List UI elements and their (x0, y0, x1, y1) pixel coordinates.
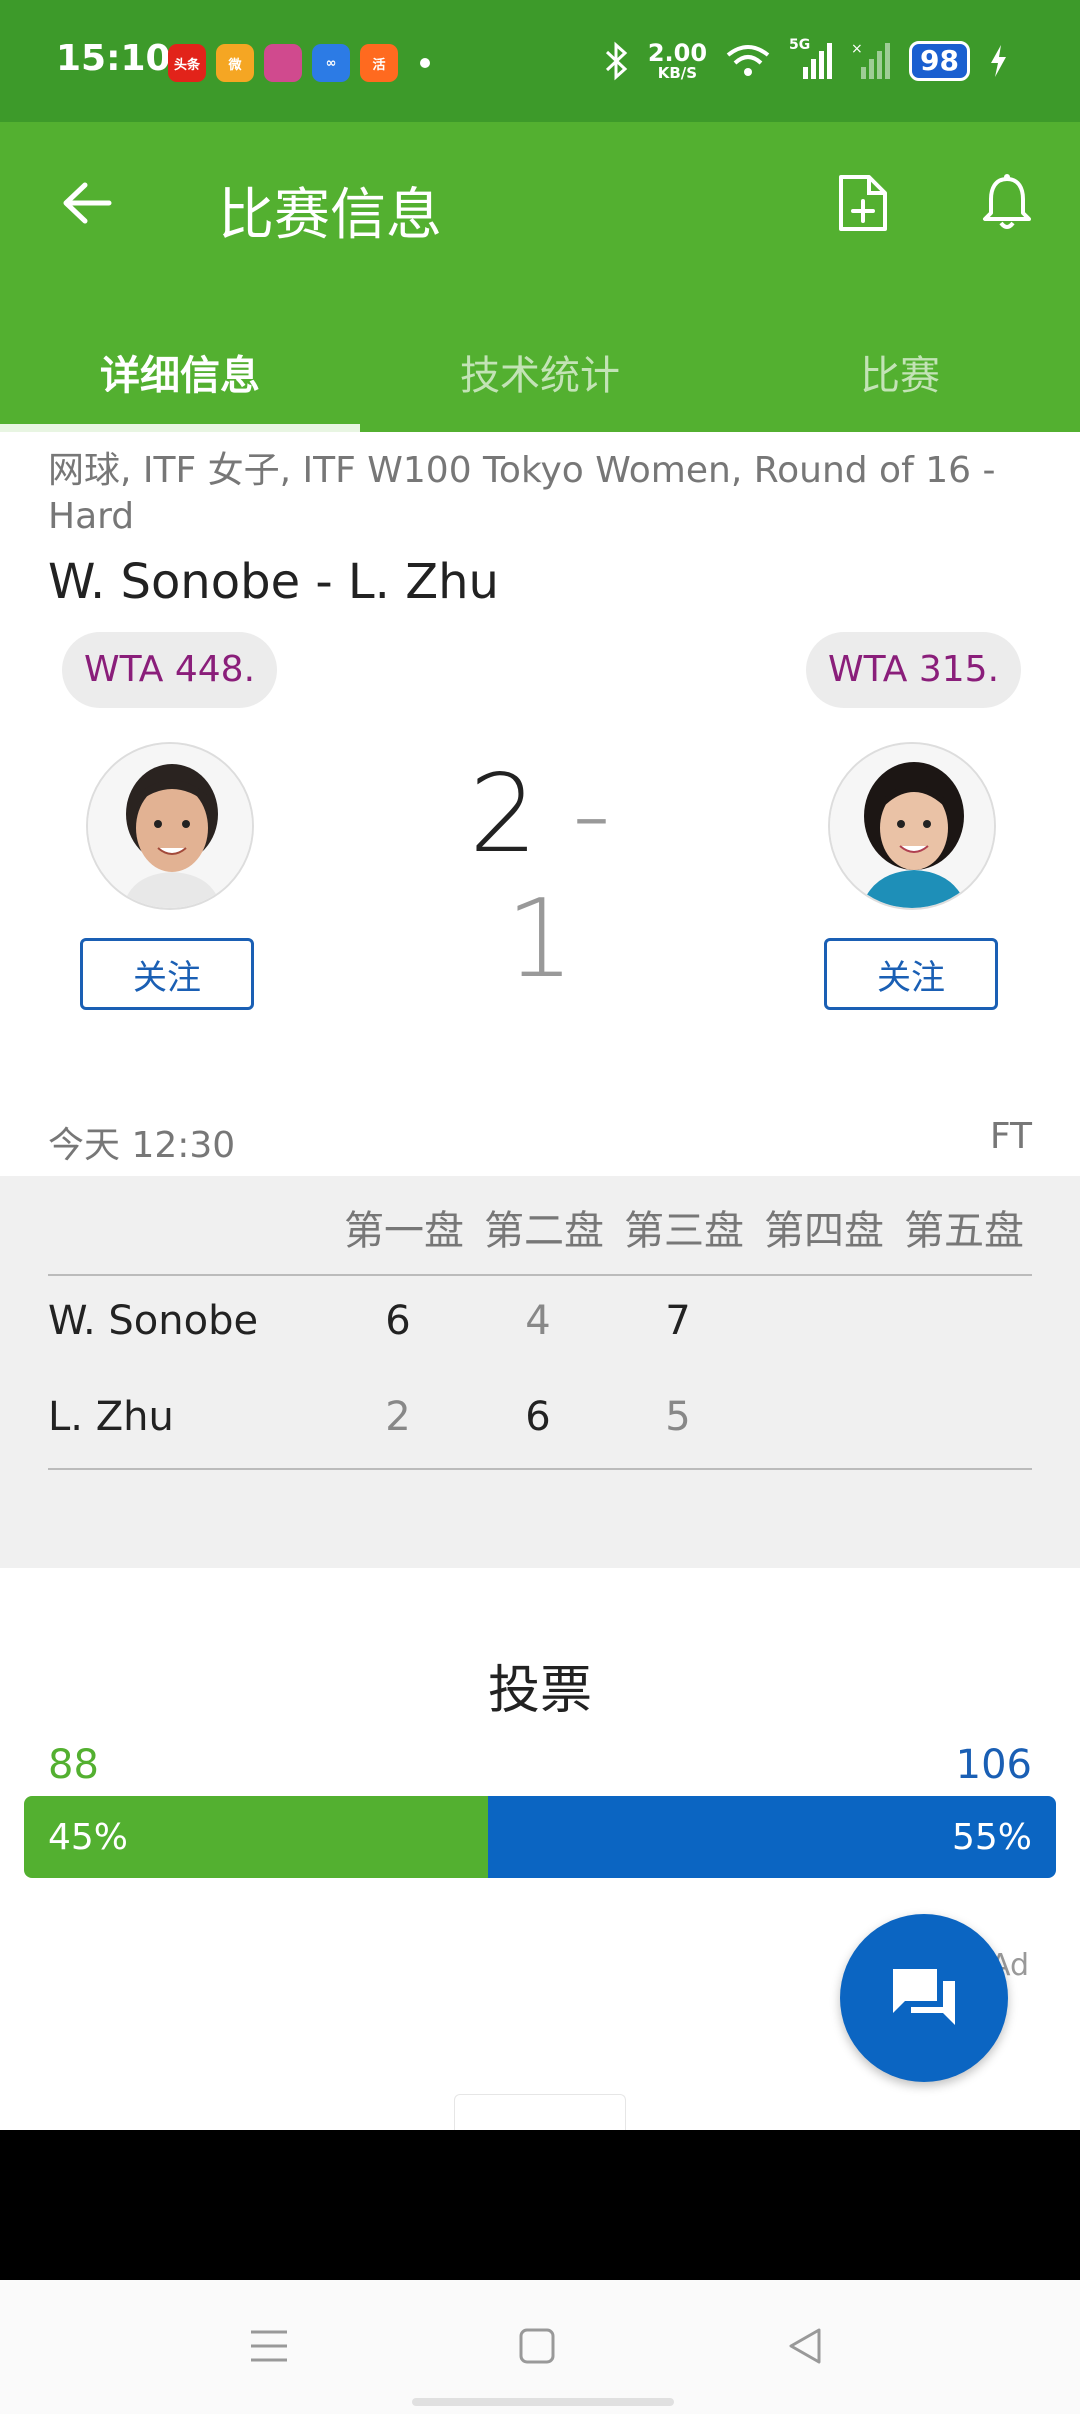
set-score: 2 (385, 1394, 411, 1440)
game-app-icon (264, 44, 302, 82)
score-separator: - (572, 752, 612, 877)
set-header: 第一盘 (344, 1208, 464, 1254)
wifi-icon (726, 45, 770, 76)
away-vote-count: 106 (955, 1742, 1032, 1788)
status-time: 15:10 (56, 38, 171, 79)
status-indicators: 2.00 KB/S 5G × 98 (604, 36, 1008, 86)
add-to-calendar-button[interactable] (828, 168, 898, 238)
weibo-app-icon: 微 (216, 44, 254, 82)
home-player-rank: WTA 448. (62, 632, 278, 708)
divider (48, 1274, 1032, 1276)
competition-info: 网球, ITF 女子, ITF W100 Tokyo Women, Round … (48, 450, 996, 537)
bell-icon (983, 174, 1031, 229)
match-title: W. Sonobe - L. Zhu (48, 554, 499, 610)
document-add-icon (839, 175, 887, 231)
away-vote-percent: 55% (951, 1816, 1032, 1858)
notification-app-icons: 头条 微 ∞ 活 (168, 44, 430, 82)
set-score: 5 (665, 1394, 691, 1440)
notification-bell-button[interactable] (972, 168, 1042, 238)
home-vote-percent: 45% (48, 1816, 129, 1858)
back-button[interactable] (52, 168, 122, 238)
square-icon (519, 2328, 555, 2364)
chat-button[interactable] (840, 1914, 1008, 2082)
cell-signal-2-icon: × (851, 41, 891, 79)
player-name: L. Zhu (48, 1394, 174, 1440)
away-vote-fill[interactable]: 55% (488, 1796, 1056, 1878)
system-back-button[interactable] (770, 2316, 840, 2376)
divider (48, 1468, 1032, 1470)
recent-apps-button[interactable] (234, 2316, 304, 2376)
tab-bar: 详细信息 技术统计 比赛 (0, 312, 1080, 432)
set-row-away: L. Zhu 2 6 5 (48, 1382, 1032, 1452)
tab-details[interactable]: 详细信息 (0, 312, 360, 432)
set-header: 第五盘 (904, 1208, 1024, 1254)
away-player-avatar[interactable] (828, 742, 996, 910)
match-start-time: 今天 12:30 (48, 1125, 236, 1166)
tab-match[interactable]: 比赛 (720, 312, 1080, 432)
cell-signal-icon: 5G (789, 37, 833, 81)
status-bar: 15:10 头条 微 ∞ 活 2.00 KB/S 5G × 98 (0, 0, 1080, 122)
home-vote-fill[interactable]: 45% (24, 1796, 489, 1878)
svg-text:×: × (851, 41, 863, 57)
cloud-app-icon: ∞ (312, 44, 350, 82)
set-score: 6 (525, 1394, 551, 1440)
set-header: 第三盘 (624, 1208, 744, 1254)
match-score: 2 - 1 (430, 752, 650, 1002)
back-arrow-icon (63, 182, 112, 224)
home-indicator[interactable] (412, 2398, 674, 2406)
vote-title: 投票 (487, 1661, 592, 1721)
ad-banner[interactable] (0, 2130, 1080, 2280)
triangle-back-icon (789, 2328, 821, 2364)
follow-home-player-button[interactable]: 关注 (80, 938, 254, 1010)
set-row-home: W. Sonobe 6 4 7 (48, 1286, 1032, 1356)
set-header: 第四盘 (764, 1208, 884, 1254)
network-speed: 2.00 KB/S (647, 39, 708, 82)
shop-app-icon: 活 (360, 44, 398, 82)
home-sets-won: 2 (468, 752, 538, 877)
home-button[interactable] (502, 2316, 572, 2376)
charging-icon (991, 45, 1006, 77)
bluetooth-icon (605, 41, 628, 81)
away-sets-won: 1 (505, 877, 575, 1002)
vote-bar[interactable]: 45% 55% (24, 1796, 1056, 1878)
toutiao-app-icon: 头条 (168, 44, 206, 82)
ad-banner-tab[interactable] (454, 2094, 626, 2130)
set-header: 第二盘 (484, 1208, 604, 1254)
home-vote-count: 88 (48, 1742, 99, 1788)
page-title: 比赛信息 (218, 183, 442, 248)
player-name: W. Sonobe (48, 1298, 259, 1344)
tab-statistics[interactable]: 技术统计 (360, 312, 720, 432)
chat-icon (893, 1969, 955, 2025)
more-notifications-dot (420, 58, 430, 68)
match-time-row: 今天 12:30 FT (48, 1116, 1032, 1168)
home-player-avatar[interactable] (86, 742, 254, 910)
battery-level: 98 (909, 41, 970, 81)
menu-icon (251, 2330, 287, 2362)
set-scores-table: 第一盘 第二盘 第三盘 第四盘 第五盘 W. Sonobe 6 4 7 L. Z… (0, 1176, 1080, 1568)
away-player-rank: WTA 315. (806, 632, 1022, 708)
follow-away-player-button[interactable]: 关注 (824, 938, 998, 1010)
set-score: 7 (665, 1298, 691, 1344)
set-score: 6 (385, 1298, 411, 1344)
set-headers: 第一盘 第二盘 第三盘 第四盘 第五盘 (334, 1198, 1034, 1256)
match-status: FT (989, 1116, 1032, 1157)
set-score: 4 (525, 1298, 551, 1344)
